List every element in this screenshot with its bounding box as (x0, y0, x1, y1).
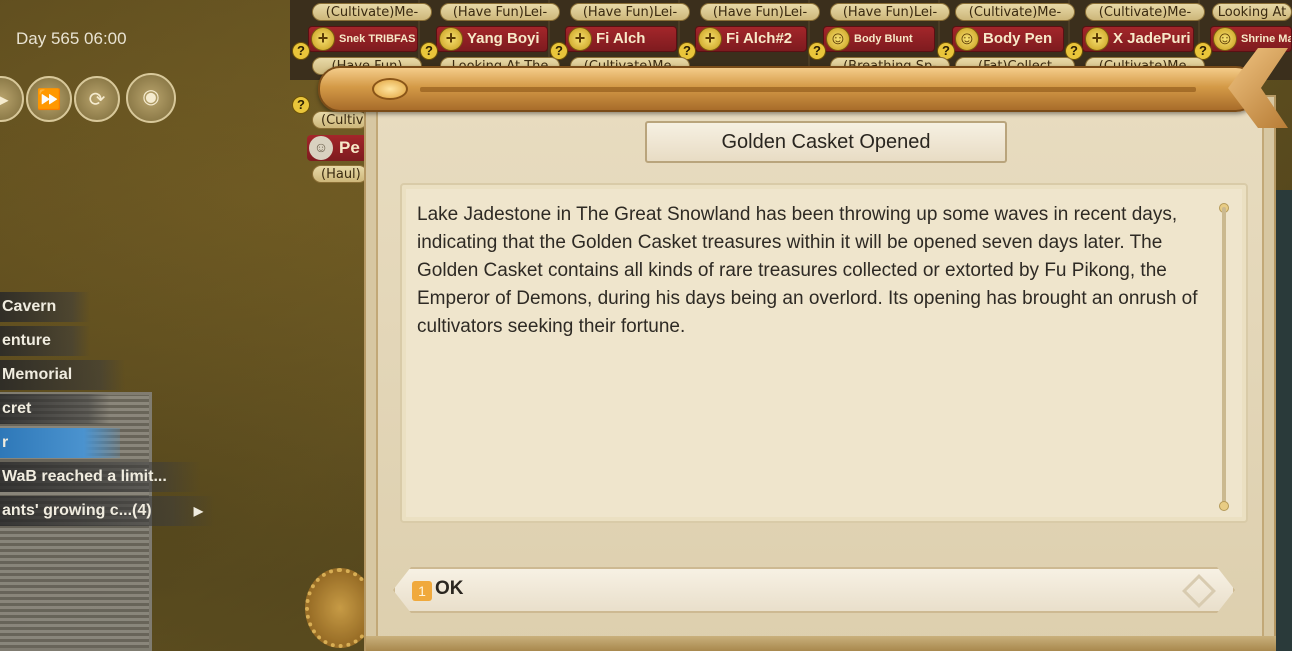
dialog-bottom-frame (366, 636, 1276, 651)
question-icon[interactable]: ? (292, 96, 310, 114)
header-bar-line (420, 87, 1196, 92)
notice-label: enture (2, 332, 51, 349)
avatar-icon: ☺ (309, 136, 333, 160)
status-tag: Looking At (1212, 3, 1292, 21)
character-card[interactable]: + Fi Alch#2 (695, 26, 807, 52)
notice-item[interactable]: Memorial (0, 360, 125, 390)
character-name: Shrine Ma (1241, 33, 1292, 45)
hotkey-badge: 1 (412, 581, 432, 601)
ok-button-label: OK (435, 578, 464, 599)
character-name: Yang Boyi (467, 30, 540, 47)
notice-label: ants' growing c...(4) (2, 502, 152, 519)
avatar-icon: ☺ (1213, 27, 1237, 51)
notice-label: Cavern (2, 298, 57, 315)
character-card[interactable]: + Yang Boyi (436, 26, 548, 52)
avatar-icon: ☺ (955, 27, 979, 51)
scroll-down-icon[interactable] (1219, 501, 1229, 511)
notice-label: cret (2, 400, 32, 417)
question-icon[interactable]: ? (420, 42, 438, 60)
notice-item[interactable]: r (0, 428, 120, 458)
dialog-message: Lake Jadestone in The Great Snowland has… (417, 204, 1198, 337)
diamond-ornament-icon (1182, 574, 1216, 608)
notice-item[interactable]: enture (0, 326, 90, 356)
status-tag: (Cultiv (312, 111, 368, 129)
status-tag: (Cultivate)Me- (1085, 3, 1205, 21)
map-edge (1275, 190, 1292, 651)
status-tag: (Have Fun)Lei- (700, 3, 820, 21)
status-tag: (Cultivate)Me- (955, 3, 1075, 21)
notice-label: WaB reached a limit... (2, 468, 167, 485)
character-name: X JadePuri (1113, 30, 1191, 47)
question-icon[interactable]: ? (292, 42, 310, 60)
character-name: Fi Alch#2 (726, 30, 793, 47)
status-tag: (Cultivate)Me- (312, 3, 432, 21)
play-icon[interactable]: ▶ (0, 76, 24, 122)
plus-icon: + (1085, 27, 1109, 51)
notice-item[interactable]: cret (0, 394, 110, 424)
plus-icon: + (698, 27, 722, 51)
status-tag: (Have Fun)Lei- (830, 3, 950, 21)
character-card[interactable]: + Fi Alch (565, 26, 677, 52)
notice-item[interactable]: Cavern (0, 292, 90, 322)
status-tag: (Have Fun)Lei- (570, 3, 690, 21)
plus-icon: + (568, 27, 592, 51)
avatar-icon: ☺ (826, 27, 850, 51)
dialog-body: Lake Jadestone in The Great Snowland has… (400, 183, 1248, 523)
character-card[interactable]: ☺ Body Pen (952, 26, 1064, 52)
dialog-header-bar (318, 66, 1258, 112)
character-name: Pe (339, 138, 360, 157)
character-name: Body Blunt (854, 33, 913, 45)
notice-label: r (2, 434, 9, 451)
plus-icon: + (311, 27, 335, 51)
ok-button[interactable]: 1 OK (393, 567, 1235, 613)
speed-icon[interactable]: ⟳ (74, 76, 120, 122)
question-icon[interactable]: ? (808, 42, 826, 60)
gem-icon (372, 78, 408, 100)
status-tag: (Haul) (312, 165, 368, 183)
character-name: Body Pen (983, 30, 1053, 47)
notice-item[interactable]: WaB reached a limit... (0, 462, 200, 492)
character-name: Snek TRIBFAS (339, 33, 416, 45)
character-name: Fi Alch (596, 30, 646, 47)
notice-label: Memorial (2, 366, 73, 383)
plus-icon: + (439, 27, 463, 51)
status-tag: (Have Fun)Lei- (440, 3, 560, 21)
character-card[interactable]: + Snek TRIBFAS (308, 26, 418, 52)
dialog-title: Golden Casket Opened (645, 121, 1007, 163)
notification-list: Cavern enture Memorial cret r WaB reache… (0, 292, 215, 530)
fast-forward-icon[interactable]: ⏩ (26, 76, 72, 122)
scrollbar[interactable] (1222, 207, 1226, 507)
notice-item[interactable]: ants' growing c...(4) ▶ (0, 496, 215, 526)
palette-icon[interactable]: ◉ (126, 73, 176, 123)
day-time-display: Day 565 06:00 (16, 29, 127, 48)
expand-arrow-icon[interactable]: ▶ (194, 496, 203, 526)
character-card[interactable]: + X JadePuri (1082, 26, 1194, 52)
character-card[interactable]: ☺ Pe (307, 135, 367, 161)
character-card[interactable]: ☺ Body Blunt (823, 26, 935, 52)
